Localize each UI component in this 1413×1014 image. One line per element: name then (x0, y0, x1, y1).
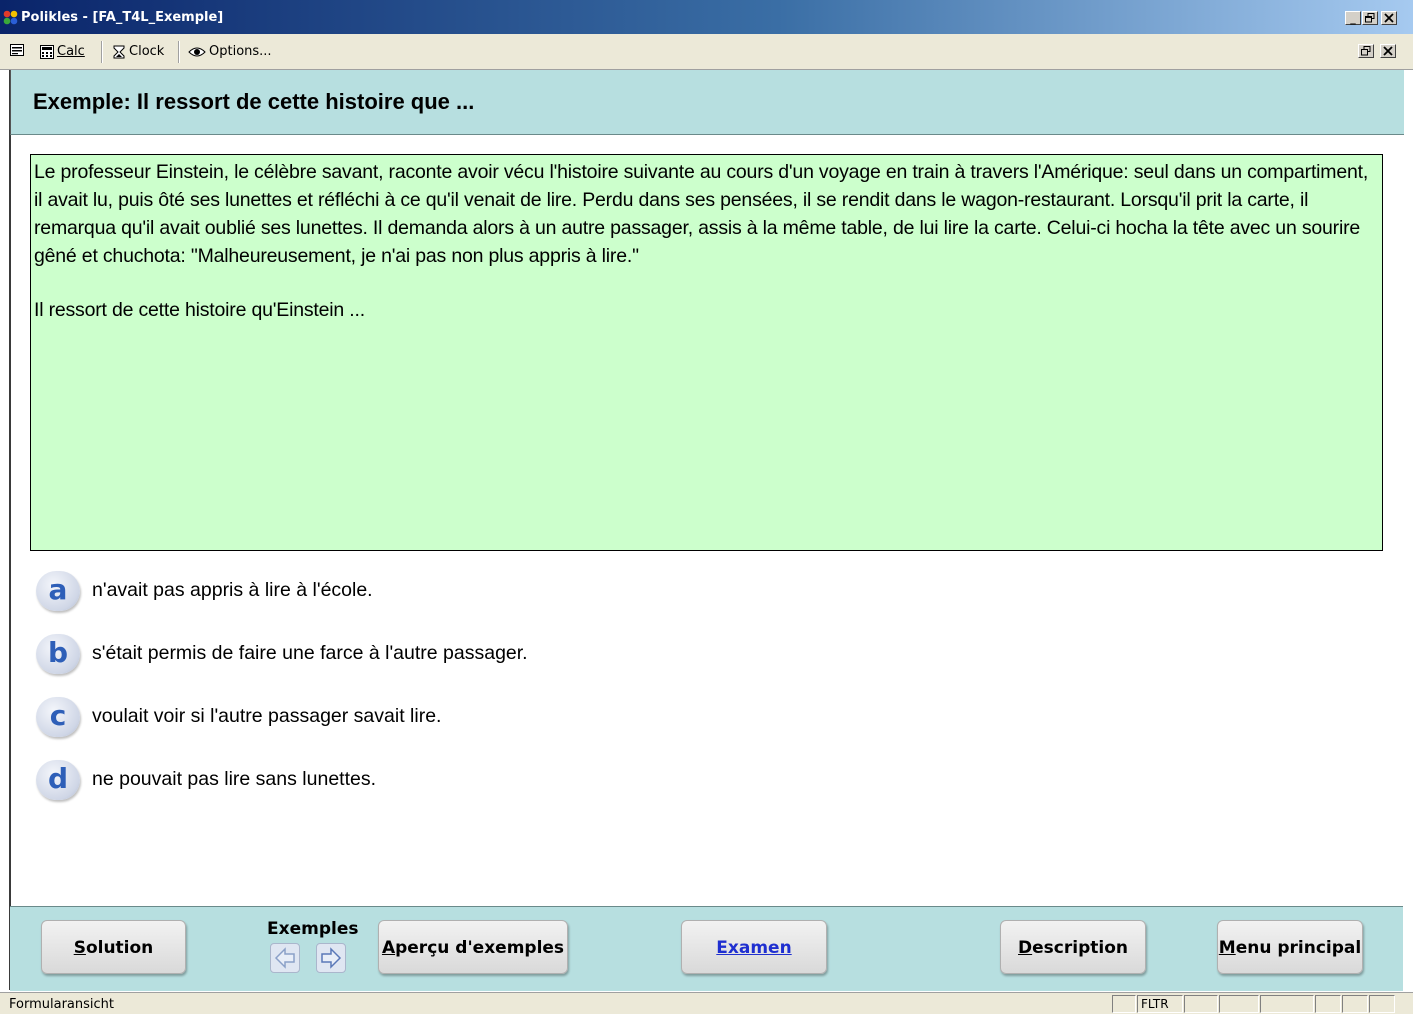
close-icon (1383, 46, 1393, 56)
option-text: s'était permis de faire une farce à l'au… (92, 642, 528, 664)
status-pane (1112, 995, 1136, 1013)
option-text: n'avait pas appris à lire à l'école. (92, 579, 373, 601)
status-pane (1315, 995, 1341, 1013)
status-pane (1260, 995, 1314, 1013)
description-hotkey: D (1018, 938, 1033, 958)
window-title: Polikles - [FA_T4L_Exemple] (21, 10, 224, 25)
passage-text: Le professeur Einstein, le célèbre savan… (34, 161, 1369, 267)
arrow-right-icon (321, 947, 342, 969)
form-menu-icon[interactable] (10, 44, 24, 61)
mdi-close-button[interactable] (1380, 44, 1396, 58)
status-pane (1342, 995, 1368, 1013)
apercu-hotkey: A (381, 938, 396, 958)
passage-question: Il ressort de cette histoire qu'Einstein… (34, 299, 365, 321)
previous-example-button[interactable] (270, 943, 300, 973)
form-window-border (9, 70, 11, 990)
footer-bar: Solution Exemples Aperçu d'exemples Exam… (10, 906, 1403, 991)
option-text: voulait voir si l'autre passager savait … (92, 705, 442, 727)
description-button[interactable]: Description (1000, 920, 1146, 974)
page-title: Exemple: Il ressort de cette histoire qu… (33, 89, 475, 114)
toolbar-separator (101, 41, 103, 63)
apercu-label: perçu d'exemples (395, 938, 565, 958)
question-header: Exemple: Il ressort de cette histoire qu… (10, 70, 1404, 135)
status-pane (1184, 995, 1218, 1013)
toolbar: Calc Clock Options... (0, 34, 1413, 70)
option-letter: b (47, 636, 69, 669)
apercu-exemples-button[interactable]: Aperçu d'exemples (378, 920, 568, 974)
close-icon (1384, 13, 1394, 23)
arrow-left-icon (274, 947, 295, 969)
passage-box: Le professeur Einstein, le célèbre savan… (30, 154, 1383, 551)
menu-principal-button[interactable]: Menu principal (1217, 920, 1363, 974)
option-letter: d (47, 762, 69, 795)
options-menu-item[interactable]: Options... (188, 44, 272, 60)
option-letter: c (49, 699, 67, 732)
minimize-button[interactable]: _ (1345, 11, 1361, 25)
options-label: Options... (209, 44, 272, 59)
app-icon (3, 10, 18, 25)
clock-label: Clock (129, 44, 165, 59)
status-view-label: Formularansicht (9, 997, 114, 1012)
description-label: escription (1032, 938, 1128, 958)
status-bar: Formularansicht FLTR (0, 992, 1413, 1014)
clock-menu-item[interactable]: Clock (112, 44, 164, 60)
exemples-label: Exemples (267, 919, 359, 939)
menu-hotkey: M (1218, 938, 1236, 958)
hourglass-icon (113, 45, 125, 58)
title-bar: Polikles - [FA_T4L_Exemple] _ (0, 0, 1413, 34)
examen-button[interactable]: Examen (681, 920, 827, 974)
toolbar-separator (178, 41, 180, 63)
mdi-restore-button[interactable] (1358, 44, 1374, 58)
status-fltr: FLTR (1137, 995, 1183, 1013)
menu-label: enu principal (1235, 938, 1362, 958)
solution-label: olution (85, 938, 154, 958)
status-pane (1219, 995, 1259, 1013)
close-button[interactable] (1381, 11, 1397, 25)
calc-menu-item[interactable]: Calc (40, 44, 85, 60)
restore-icon (1365, 13, 1375, 23)
restore-button[interactable] (1362, 11, 1378, 25)
restore-icon (1361, 46, 1371, 56)
solution-hotkey: S (73, 938, 86, 958)
calc-label: Calc (57, 44, 85, 59)
eye-icon (188, 47, 206, 56)
status-pane (1369, 995, 1395, 1013)
calculator-icon (40, 44, 54, 59)
option-letter: a (48, 573, 68, 606)
option-text: ne pouvait pas lire sans lunettes. (92, 768, 377, 790)
solution-button[interactable]: Solution (41, 920, 186, 974)
next-example-button[interactable] (316, 943, 346, 973)
